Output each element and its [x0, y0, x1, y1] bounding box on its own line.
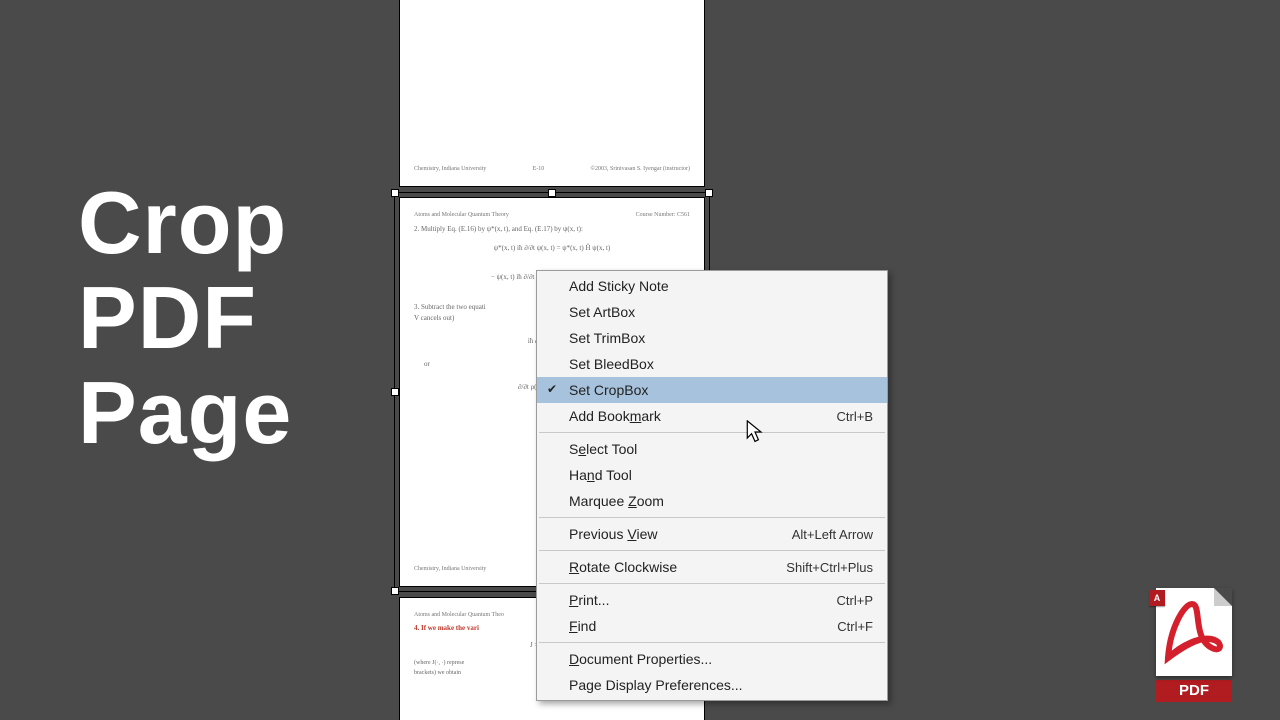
- page-header-left: Atoms and Molecular Quantum Theory: [414, 212, 509, 218]
- menu-label: Rotate Clockwise: [569, 559, 677, 575]
- menu-label: Hand Tool: [569, 467, 632, 483]
- menu-label: Set ArtBox: [569, 304, 635, 320]
- menu-shortcut: Shift+Ctrl+Plus: [786, 560, 873, 575]
- title-line3: Page: [78, 365, 292, 460]
- page-text: 2. Multiply Eq. (E.16) by ψ*(x, t), and …: [414, 224, 690, 235]
- crop-handle-bottom-left[interactable]: [391, 587, 399, 595]
- page-header-right: Course Number: C561: [636, 212, 690, 218]
- menu-previous-view[interactable]: Previous View Alt+Left Arrow: [537, 521, 887, 547]
- page-footer-left: Chemistry, Indiana University: [414, 166, 486, 172]
- page-footer-mid: E-10: [533, 166, 545, 172]
- acrobat-swoosh-icon: [1162, 598, 1226, 666]
- menu-shortcut: Alt+Left Arrow: [792, 527, 873, 542]
- menu-rotate-clockwise[interactable]: Rotate Clockwise Shift+Ctrl+Plus: [537, 554, 887, 580]
- crop-handle-top-middle[interactable]: [548, 189, 556, 197]
- menu-label: Add Bookmark: [569, 408, 661, 424]
- menu-separator: [539, 432, 885, 433]
- menu-label: Previous View: [569, 526, 657, 542]
- menu-label: Set TrimBox: [569, 330, 645, 346]
- crop-handle-top-left[interactable]: [391, 189, 399, 197]
- title-line1: Crop: [78, 175, 292, 270]
- page-equation: ψ*(x, t) iħ ∂/∂t ψ(x, t) = ψ*(x, t) Ĥ ψ(…: [414, 243, 690, 254]
- title-block: Crop PDF Page: [78, 175, 292, 460]
- menu-label: Select Tool: [569, 441, 637, 457]
- menu-label: Print...: [569, 592, 609, 608]
- crop-handle-top-right[interactable]: [705, 189, 713, 197]
- menu-hand-tool[interactable]: Hand Tool: [537, 462, 887, 488]
- menu-set-artbox[interactable]: Set ArtBox: [537, 299, 887, 325]
- menu-separator: [539, 550, 885, 551]
- menu-select-tool[interactable]: Select Tool: [537, 436, 887, 462]
- menu-shortcut: Ctrl+B: [837, 409, 873, 424]
- menu-add-sticky-note[interactable]: Add Sticky Note: [537, 273, 887, 299]
- title-line2: PDF: [78, 270, 292, 365]
- pdf-page-previous[interactable]: Chemistry, Indiana University E-10 ©2003…: [400, 0, 704, 186]
- page-footer-right: ©2003, Srinivasan S. Iyengar (instructor…: [590, 166, 690, 172]
- menu-page-display-preferences[interactable]: Page Display Preferences...: [537, 672, 887, 698]
- menu-set-trimbox[interactable]: Set TrimBox: [537, 325, 887, 351]
- pdf-file-icon: A PDF: [1156, 588, 1232, 702]
- menu-shortcut: Ctrl+F: [837, 619, 873, 634]
- menu-separator: [539, 583, 885, 584]
- menu-find[interactable]: Find Ctrl+F: [537, 613, 887, 639]
- checkmark-icon: ✔: [547, 382, 557, 396]
- menu-set-cropbox[interactable]: ✔ Set CropBox: [537, 377, 887, 403]
- context-menu: Add Sticky Note Set ArtBox Set TrimBox S…: [536, 270, 888, 701]
- page-footer-left: Chemistry, Indiana University: [414, 566, 486, 572]
- menu-set-bleedbox[interactable]: Set BleedBox: [537, 351, 887, 377]
- page-header-left: Atoms and Molecular Quantum Theo: [414, 612, 504, 618]
- menu-add-bookmark[interactable]: Add Bookmark Ctrl+B: [537, 403, 887, 429]
- pdf-label: PDF: [1156, 680, 1232, 702]
- menu-label: Marquee Zoom: [569, 493, 664, 509]
- menu-print[interactable]: Print... Ctrl+P: [537, 587, 887, 613]
- menu-label: Find: [569, 618, 596, 634]
- menu-label: Page Display Preferences...: [569, 677, 743, 693]
- menu-document-properties[interactable]: Document Properties...: [537, 646, 887, 672]
- menu-label: Set BleedBox: [569, 356, 654, 372]
- menu-label: Document Properties...: [569, 651, 712, 667]
- menu-separator: [539, 642, 885, 643]
- menu-label: Add Sticky Note: [569, 278, 669, 294]
- menu-shortcut: Ctrl+P: [837, 593, 873, 608]
- menu-marquee-zoom[interactable]: Marquee Zoom: [537, 488, 887, 514]
- menu-separator: [539, 517, 885, 518]
- menu-label: Set CropBox: [569, 382, 648, 398]
- crop-handle-middle-left[interactable]: [391, 388, 399, 396]
